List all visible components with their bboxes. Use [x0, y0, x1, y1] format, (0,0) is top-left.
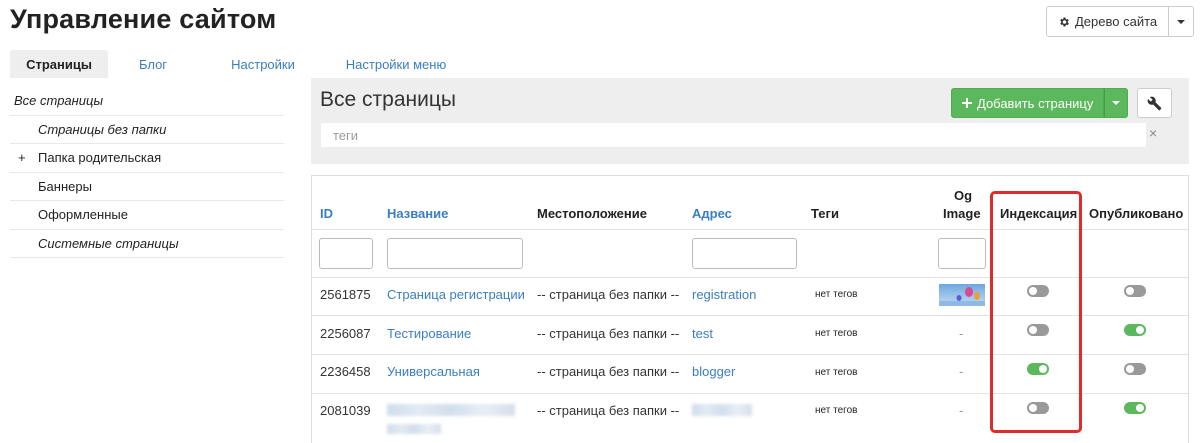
pages-panel: Все страницы Добавить страницу ×	[311, 78, 1189, 164]
row-1-address-link[interactable]: registration	[692, 287, 756, 302]
sidebar-item-parent-folder[interactable]: + Папка родительская	[10, 144, 284, 173]
row-2-address-link[interactable]: test	[692, 326, 713, 341]
row-divider	[312, 315, 1188, 316]
column-header-id[interactable]: ID	[320, 206, 333, 221]
column-header-name[interactable]: Название	[387, 206, 448, 221]
column-header-address[interactable]: Адрес	[692, 206, 732, 221]
add-page-button-group: Добавить страницу	[951, 88, 1129, 118]
panel-title: Все страницы	[320, 88, 456, 111]
tags-filter-input[interactable]	[321, 123, 1146, 147]
column-header-location: Местоположение	[537, 206, 647, 221]
sidebar-item-all-pages[interactable]: Все страницы	[10, 87, 284, 116]
row-3-address-link[interactable]: blogger	[692, 364, 735, 379]
gear-icon	[1060, 17, 1069, 26]
row-2-published-toggle[interactable]	[1124, 324, 1146, 336]
section-tabs: Страницы Блог Настройки Настройки меню	[10, 50, 464, 78]
caret-down-icon	[1177, 19, 1186, 24]
site-tree-button-group: Дерево сайта	[1046, 6, 1195, 37]
sidebar-item-label: Папка родительская	[38, 150, 162, 166]
row-4-name-redacted	[387, 404, 515, 416]
row-3-location: -- страница без папки --	[537, 364, 680, 379]
row-2-id: 2256087	[320, 326, 371, 341]
tab-settings[interactable]: Настройки	[198, 50, 328, 78]
row-1-indexing-toggle[interactable]	[1027, 285, 1049, 297]
site-tree-button[interactable]: Дерево сайта	[1046, 6, 1170, 37]
row-3-og-empty: -	[959, 364, 964, 379]
row-4-og-empty: -	[959, 403, 964, 418]
row-4-indexing-toggle[interactable]	[1027, 402, 1049, 414]
row-1-published-toggle[interactable]	[1124, 285, 1146, 297]
sidebar-item-label: Оформленные	[38, 207, 128, 223]
tab-pages[interactable]: Страницы	[10, 50, 108, 78]
site-tree-dropdown-toggle[interactable]	[1169, 6, 1195, 37]
row-4-tags: нет тегов	[815, 405, 858, 416]
column-header-og-line1: Og	[954, 188, 973, 203]
sidebar-item-no-folder[interactable]: Страницы без папки	[10, 116, 284, 144]
page-title: Управление сайтом	[10, 4, 277, 34]
id-filter-input[interactable]	[319, 238, 373, 269]
row-2-name-link[interactable]: Тестирование	[387, 326, 471, 341]
wrench-icon	[1147, 96, 1162, 110]
column-header-og-line2: Image	[943, 206, 981, 221]
row-2-tags: нет тегов	[815, 328, 858, 339]
row-1-tags: нет тегов	[815, 289, 858, 300]
row-4-published-toggle[interactable]	[1124, 402, 1146, 414]
row-4-name-redacted-line2	[387, 424, 441, 434]
row-divider	[312, 354, 1188, 355]
column-header-published: Опубликовано	[1089, 206, 1184, 221]
column-header-tags: Теги	[811, 206, 839, 221]
row-1-location: -- страница без папки --	[537, 287, 680, 302]
add-page-dropdown-toggle[interactable]	[1104, 88, 1129, 118]
sidebar: Все страницы Страницы без папки + Папка …	[10, 87, 284, 258]
og-filter-input[interactable]	[938, 238, 986, 269]
column-header-indexing: Индексация	[1000, 206, 1078, 221]
row-2-indexing-toggle[interactable]	[1027, 324, 1049, 336]
header-divider	[312, 229, 1188, 230]
row-4-address-redacted	[692, 404, 752, 416]
row-3-indexing-toggle[interactable]	[1027, 363, 1049, 375]
add-page-label: Добавить страницу	[977, 95, 1094, 111]
add-page-button[interactable]: Добавить страницу	[951, 88, 1105, 118]
row-3-name-link[interactable]: Универсальная	[387, 364, 480, 379]
row-1-name-link[interactable]: Страница регистрации	[387, 287, 525, 302]
row-4-id: 2081039	[320, 403, 371, 418]
sidebar-item-label: Все страницы	[14, 93, 104, 109]
sidebar-item-label: Системные страницы	[38, 235, 179, 251]
address-filter-input[interactable]	[692, 238, 797, 269]
filter-divider	[312, 277, 1188, 278]
tools-button[interactable]	[1137, 88, 1172, 118]
sidebar-item-label: Баннеры	[38, 178, 92, 194]
expand-icon[interactable]: +	[18, 150, 26, 165]
row-4-location: -- страница без папки --	[537, 403, 680, 418]
row-3-published-toggle[interactable]	[1124, 363, 1146, 375]
row-2-location: -- страница без папки --	[537, 326, 680, 341]
tab-blog[interactable]: Блог	[108, 50, 198, 78]
clear-tags-icon[interactable]: ×	[1149, 125, 1157, 141]
row-1-id: 2561875	[320, 287, 371, 302]
sidebar-item-banners[interactable]: Баннеры	[10, 173, 284, 201]
row-3-tags: нет тегов	[815, 367, 858, 378]
tab-menu-settings[interactable]: Настройки меню	[328, 50, 464, 78]
site-tree-label: Дерево сайта	[1075, 14, 1158, 29]
name-filter-input[interactable]	[387, 238, 523, 269]
sidebar-item-system-pages[interactable]: Системные страницы	[10, 230, 284, 258]
row-2-og-empty: -	[959, 326, 964, 341]
row-3-id: 2236458	[320, 364, 371, 379]
plus-icon	[962, 98, 972, 108]
caret-down-icon	[1112, 101, 1121, 105]
row-1-og-image-thumbnail[interactable]	[939, 284, 985, 306]
pages-table: ID Название Местоположение Адрес Теги Og…	[311, 175, 1189, 443]
row-divider	[312, 393, 1188, 394]
sidebar-item-designed[interactable]: Оформленные	[10, 201, 284, 230]
sidebar-item-label: Страницы без папки	[38, 121, 167, 137]
